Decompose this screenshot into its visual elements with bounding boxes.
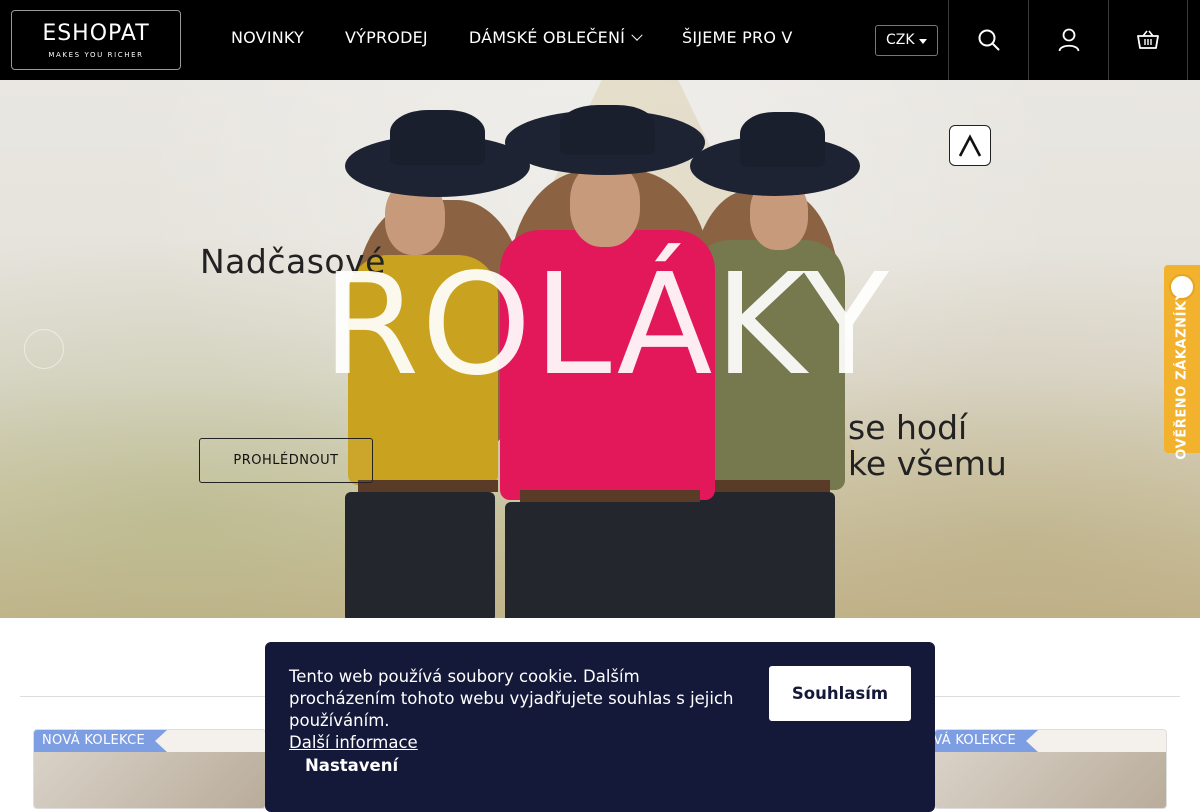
verified-label: OVĚŘENO ZÁKAZNÍKY [1174,290,1190,460]
nav-label: NOVINKY [231,28,305,47]
brand-logo [949,125,991,166]
product-card[interactable]: NOVÁ KOLEKCE [33,729,266,809]
nav-label: VÝPRODEJ [345,28,428,47]
new-collection-badge: NOVÁ KOLEKCE [34,730,167,752]
chevron-down-icon [631,29,643,41]
basket-icon [1137,30,1159,49]
caret-down-icon [919,39,927,44]
hero-subline-2: ke všemu [848,444,1007,483]
cookie-settings-button[interactable]: Nastavení [305,756,398,775]
cookie-message: Tento web používá soubory cookie. Dalším… [289,666,749,754]
search-icon [978,29,999,51]
product-card[interactable]: NOVÁ KOLEKCE [934,729,1167,809]
hero-subline-1: se hodí [848,408,968,447]
cookie-banner: Tento web používá soubory cookie. Dalším… [265,642,935,812]
account-button[interactable] [1028,0,1108,80]
nav-item-damske-obleceni[interactable]: DÁMSKÉ OBLEČENÍ [468,28,643,47]
nav-item-vyprodej[interactable]: VÝPRODEJ [345,28,428,47]
hero-headline: ROLÁKY [322,244,891,407]
cookie-text: Tento web používá soubory cookie. Dalším… [289,667,734,730]
nav-item-novinky[interactable]: NOVINKY [231,28,304,47]
nav-item-sijeme-pro-vas[interactable]: ŠIJEME PRO V [682,28,793,47]
brand-mark-icon [958,133,982,157]
currency-value: CZK [886,32,915,48]
currency-select[interactable]: CZK [875,25,938,56]
user-icon [1058,28,1079,52]
site-header: ESHOPAT MAKES YOU RICHER NOVINKY VÝPRODE… [0,0,1200,80]
logo-text: ESHOPAT [42,21,150,46]
main-nav: NOVINKY VÝPRODEJ DÁMSKÉ OBLEČENÍ ŠIJEME … [231,28,834,47]
cookie-more-info-link[interactable]: Další informace [289,732,749,754]
new-collection-badge: NOVÁ KOLEKCE [934,730,1038,752]
logo[interactable]: ESHOPAT MAKES YOU RICHER [11,10,181,70]
verified-reviews-tab[interactable]: OVĚŘENO ZÁKAZNÍKY [1164,265,1200,460]
cart-button[interactable] [1108,0,1188,80]
slider-prev-button[interactable] [24,329,64,369]
nav-label: ŠIJEME PRO V [682,28,793,47]
cookie-accept-button[interactable]: Souhlasím [769,666,911,721]
nav-label: DÁMSKÉ OBLEČENÍ [468,28,626,47]
logo-slogan: MAKES YOU RICHER [48,51,144,59]
hero-browse-button[interactable]: PROHLÉDNOUT [199,438,373,483]
search-button[interactable] [948,0,1028,80]
hero-subline: se hodí ke všemu [848,410,1007,482]
hero-banner[interactable]: Nadčasové ROLÁKY se hodí ke všemu PROHLÉ… [0,80,1200,618]
